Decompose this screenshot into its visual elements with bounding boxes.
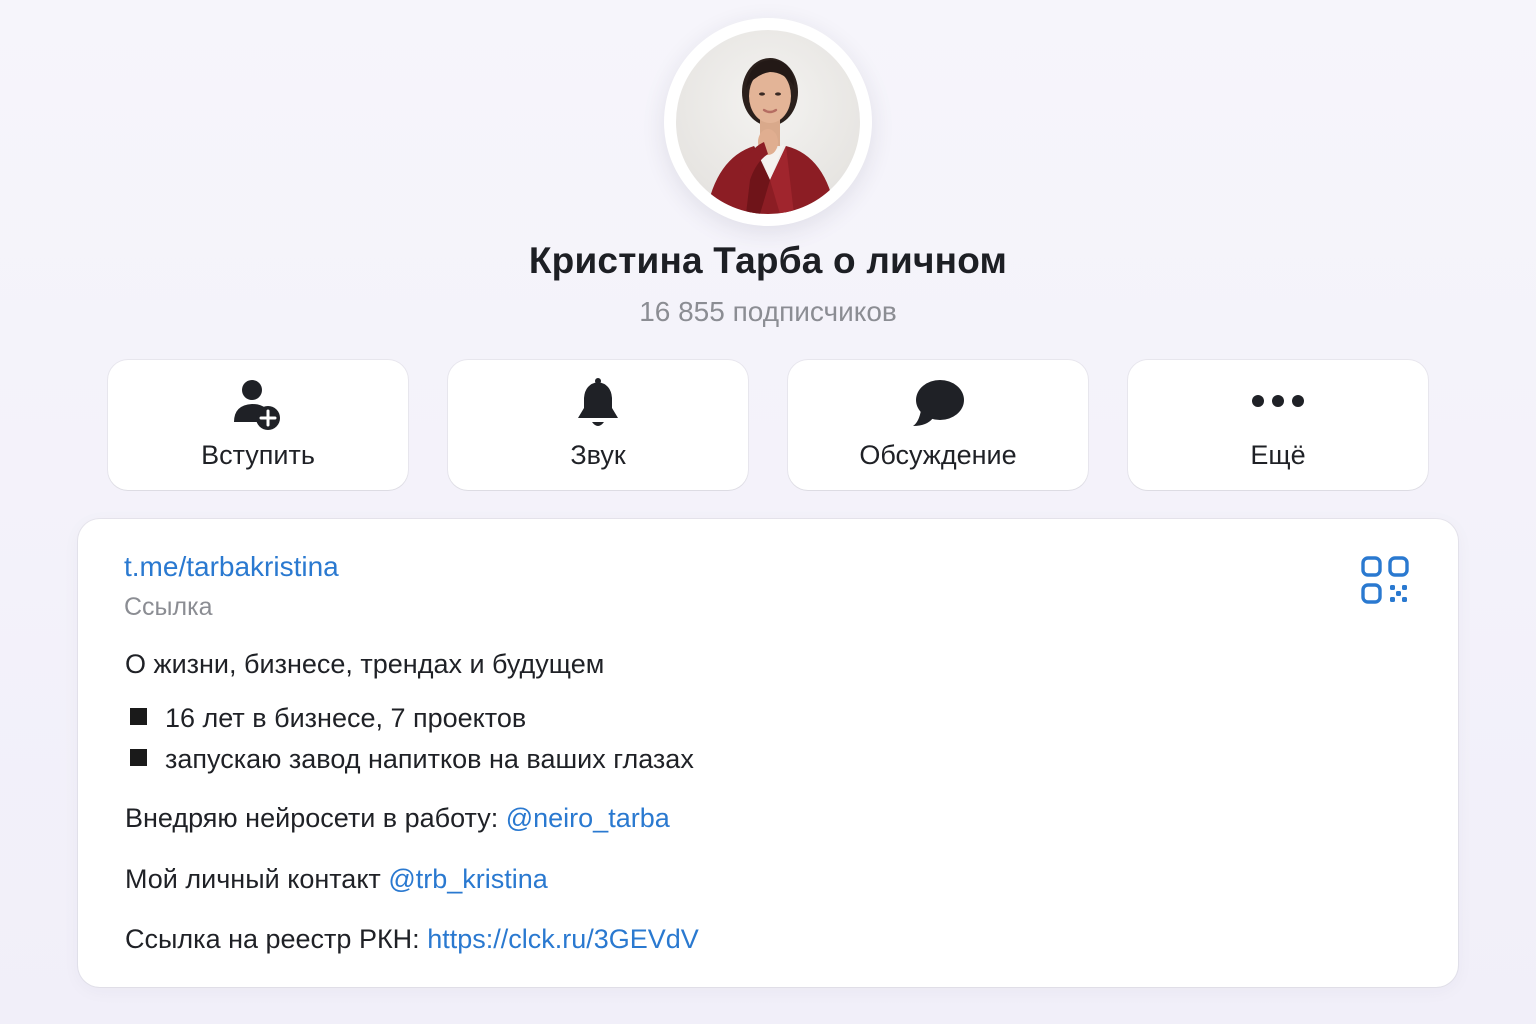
more-button[interactable]: Ещё bbox=[1128, 360, 1428, 490]
join-button[interactable]: Вступить bbox=[108, 360, 408, 490]
contact-prefix: Мой личный контакт bbox=[125, 864, 389, 894]
more-dots-icon bbox=[1128, 378, 1428, 432]
qr-code-icon bbox=[1361, 556, 1409, 604]
rkn-link[interactable]: https://clck.ru/3GEVdV bbox=[427, 924, 699, 954]
bullet-text: запускаю завод напитков на ваших глазах bbox=[165, 744, 694, 774]
bullet-text: 16 лет в бизнесе, 7 проектов bbox=[165, 703, 527, 733]
bell-icon bbox=[448, 378, 748, 432]
bullet-square-icon bbox=[130, 708, 147, 725]
discussion-button-label: Обсуждение bbox=[859, 440, 1017, 470]
channel-link-caption: Ссылка bbox=[124, 593, 213, 621]
rkn-prefix: Ссылка на реестр РКН: bbox=[125, 924, 428, 954]
contact-handle-link[interactable]: @trb_kristina bbox=[388, 864, 547, 894]
sound-button-label: Звук bbox=[570, 440, 626, 470]
channel-title: Кристина Тарба о личном bbox=[528, 240, 1008, 281]
neiro-line: Внедряю нейросети в работу: @neiro_tarba bbox=[125, 803, 670, 834]
action-bar: Вступить Звук Обсуждение Ещё bbox=[108, 360, 1428, 492]
subscriber-count: 16 855 подписчиков bbox=[639, 296, 897, 327]
channel-link[interactable]: t.me/tarbakristina bbox=[124, 551, 339, 583]
chat-bubble-icon bbox=[788, 378, 1088, 432]
rkn-line: Ссылка на реестр РКН: https://clck.ru/3G… bbox=[125, 924, 699, 955]
description-title: О жизни, бизнесе, трендах и будущем bbox=[125, 649, 605, 679]
bullet-square-icon bbox=[130, 749, 147, 766]
contact-line: Мой личный контакт @trb_kristina bbox=[125, 864, 548, 895]
neiro-handle-link[interactable]: @neiro_tarba bbox=[506, 803, 670, 833]
sound-button[interactable]: Звук bbox=[448, 360, 748, 490]
discussion-button[interactable]: Обсуждение bbox=[788, 360, 1088, 490]
neiro-prefix: Внедряю нейросети в работу: bbox=[125, 803, 506, 833]
channel-info-card: t.me/tarbakristina Ссылка О жизни, бизне… bbox=[78, 519, 1458, 987]
more-button-label: Ещё bbox=[1250, 440, 1306, 470]
add-user-icon bbox=[108, 378, 408, 432]
avatar-ring bbox=[664, 18, 872, 226]
avatar-photo bbox=[706, 58, 836, 214]
avatar[interactable] bbox=[676, 30, 860, 214]
join-button-label: Вступить bbox=[201, 440, 315, 470]
bullet-item: 16 лет в бизнесе, 7 проектов bbox=[130, 703, 526, 734]
bullet-item: запускаю завод напитков на ваших глазах bbox=[130, 744, 694, 775]
qr-code-button[interactable] bbox=[1360, 555, 1410, 605]
